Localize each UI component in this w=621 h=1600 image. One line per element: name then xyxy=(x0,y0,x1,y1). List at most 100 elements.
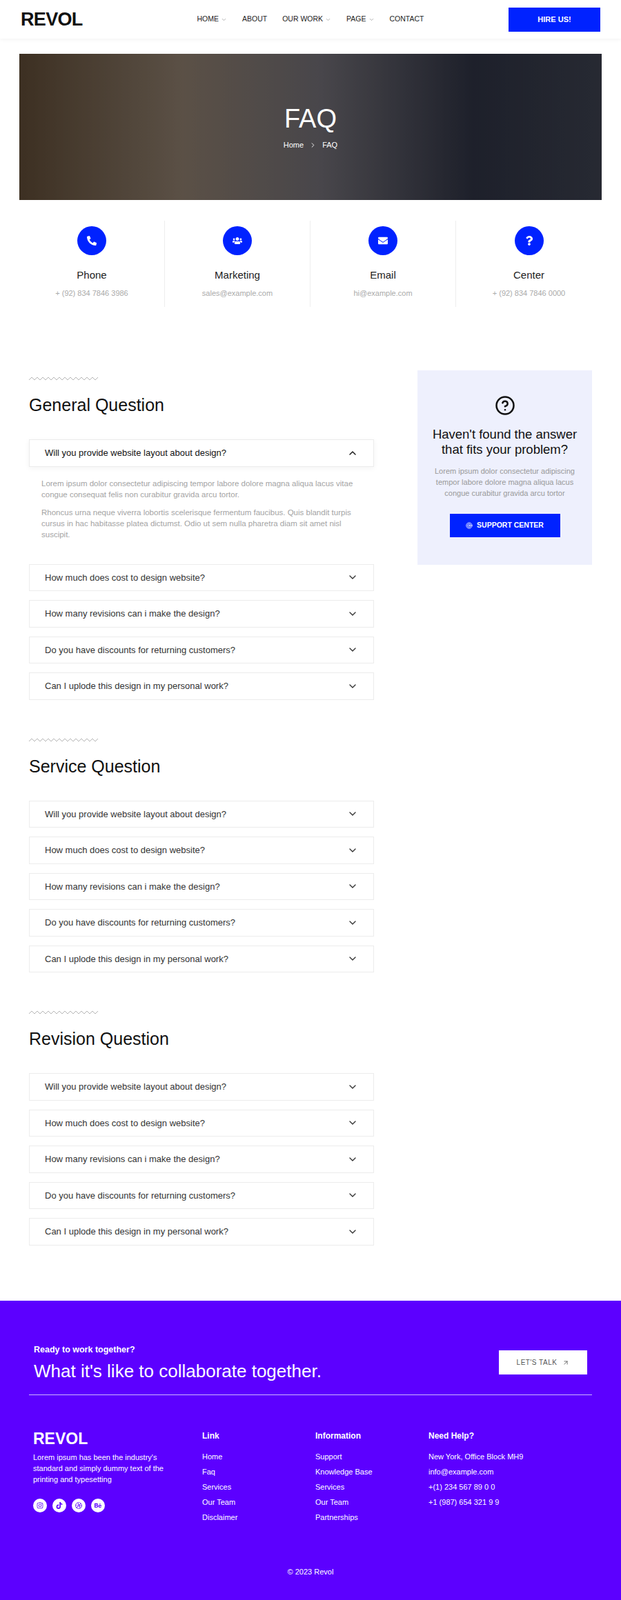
support-button[interactable]: SUPPORT CENTER xyxy=(449,514,561,538)
nav-item[interactable]: OUR WORK xyxy=(282,13,332,25)
faq-question[interactable]: Do you have discounts for returning cust… xyxy=(28,909,374,938)
arrow-icon xyxy=(562,1359,570,1367)
footer-link[interactable]: Support xyxy=(315,1452,429,1463)
faq-item: How much does cost to design website? xyxy=(28,1110,374,1138)
faq-question[interactable]: Do you have discounts for returning cust… xyxy=(28,1182,374,1211)
footer-column: Need Help?New York, Office Block MH9info… xyxy=(428,1430,588,1523)
faq-question-text: How much does cost to design website? xyxy=(44,1117,205,1131)
wavy-line-icon xyxy=(28,376,98,382)
chevron-down-icon xyxy=(347,644,359,656)
nav-item[interactable]: ABOUT xyxy=(242,13,268,25)
navbar: REVOLHOME ABOUT OUR WORK PAGE CONTACT HIRE US… xyxy=(0,0,621,39)
faq-question[interactable]: How many revisions can i make the design… xyxy=(28,600,374,628)
wavy-line-icon xyxy=(28,1010,98,1016)
faq-question[interactable]: How much does cost to design website? xyxy=(28,564,374,593)
footer-link[interactable]: Knowledge Base xyxy=(315,1467,429,1478)
footer-link[interactable]: Services xyxy=(202,1482,316,1493)
contact-title: Marketing xyxy=(214,267,261,284)
footer-link[interactable]: +(1) 234 567 89 0 0 xyxy=(428,1482,588,1493)
footer-column: InformationSupportKnowledge BaseServices… xyxy=(315,1430,429,1523)
footer-link[interactable]: Disclaimer xyxy=(202,1513,316,1523)
support-icon xyxy=(465,522,473,530)
footer-link[interactable]: Faq xyxy=(202,1467,316,1478)
footer-link[interactable]: New York, Office Block MH9 xyxy=(428,1452,588,1463)
faq-question[interactable]: How many revisions can i make the design… xyxy=(28,1146,374,1174)
contact-card: Center+ (92) 834 7846 0000 xyxy=(456,220,602,308)
faq-question-text: Can I uplode this design in my personal … xyxy=(44,679,229,694)
footer-logo[interactable]: REVOL xyxy=(33,1430,203,1449)
hero-banner: FAQ HomeFAQ xyxy=(19,53,602,201)
faq-question-text: Will you provide website layout about de… xyxy=(44,1080,227,1095)
faq-item: Do you have discounts for returning cust… xyxy=(28,636,374,665)
faq-answer-paragraph: Rhoncus urna neque viverra lobortis scel… xyxy=(41,507,362,541)
chevron-down-icon xyxy=(347,845,359,857)
contact-card: Marketingsales@example.com xyxy=(164,220,311,308)
faq-item: How many revisions can i make the design… xyxy=(28,1146,374,1174)
section-heading: Revision Question xyxy=(28,1028,374,1051)
faq-question[interactable]: How many revisions can i make the design… xyxy=(28,873,374,902)
social-link[interactable] xyxy=(33,1499,47,1514)
breadcrumb-item[interactable]: Home xyxy=(283,139,304,152)
contact-icon xyxy=(232,235,243,246)
faq-question-text: How many revisions can i make the design… xyxy=(44,880,221,895)
social-link[interactable] xyxy=(52,1499,67,1514)
faq-question-text: How much does cost to design website? xyxy=(44,571,205,586)
faq-question-text: Will you provide website layout about de… xyxy=(44,807,227,822)
faq-question[interactable]: How much does cost to design website? xyxy=(28,836,374,865)
logo[interactable]: REVOL xyxy=(20,5,198,34)
footer-link[interactable]: Partnerships xyxy=(315,1513,429,1523)
hero-title: FAQ xyxy=(284,103,337,134)
faq-question-text: Will you provide website layout about de… xyxy=(44,446,227,461)
nav-item[interactable]: HOME xyxy=(197,13,228,25)
footer-link[interactable]: Services xyxy=(315,1482,429,1493)
contact-title: Center xyxy=(513,267,545,284)
lets-talk-button[interactable]: LET'S TALK xyxy=(498,1351,588,1376)
footer-link[interactable]: Our Team xyxy=(315,1497,429,1508)
footer-divider xyxy=(28,1395,593,1396)
footer-link[interactable]: info@example.com xyxy=(428,1467,588,1478)
faq-question-text: Do you have discounts for returning cust… xyxy=(44,643,236,658)
breadcrumb: HomeFAQ xyxy=(283,139,338,152)
faq-column: General QuestionWill you provide website… xyxy=(28,370,374,1247)
tiktok-icon xyxy=(55,1502,63,1510)
faq-question[interactable]: Will you provide website layout about de… xyxy=(28,439,374,468)
faq-question-text: How much does cost to design website? xyxy=(44,843,205,858)
social-link[interactable] xyxy=(71,1499,86,1514)
footer-headline: What it's like to collaborate together. xyxy=(33,1360,322,1383)
support-title: Haven't found the answer that fits your … xyxy=(431,427,579,458)
page: REVOLHOMEABOUTOUR WORKPAGECONTACTHIRE US… xyxy=(0,0,621,1600)
nav-item[interactable]: CONTACT xyxy=(389,13,425,25)
faq-question[interactable]: Will you provide website layout about de… xyxy=(28,801,374,829)
faq-question[interactable]: Can I uplode this design in my personal … xyxy=(28,672,374,701)
faq-item: How many revisions can i make the design… xyxy=(28,600,374,628)
dropdown-icon xyxy=(324,16,332,23)
behance-icon xyxy=(94,1502,102,1510)
question-icon xyxy=(494,395,516,417)
footer-column: Link Home Faq Services Our Team Disclaimer xyxy=(202,1430,316,1523)
chevron-down-icon xyxy=(347,917,359,929)
faq-content: General QuestionWill you provide website… xyxy=(0,370,621,1247)
faq-question-text: Can I uplode this design in my personal … xyxy=(44,952,229,967)
faq-list: Will you provide website layout about de… xyxy=(28,801,374,974)
footer-column-title: Link xyxy=(202,1430,316,1443)
contact-card: Phone+ (92) 834 7846 3986 xyxy=(19,220,165,308)
faq-question-text: Do you have discounts for returning cust… xyxy=(44,1189,236,1204)
contact-value: + (92) 834 7846 3986 xyxy=(55,287,129,300)
faq-item: How much does cost to design website? xyxy=(28,564,374,593)
nav-item[interactable]: PAGE xyxy=(346,13,374,25)
faq-question-text: How many revisions can i make the design… xyxy=(44,1152,221,1167)
faq-question[interactable]: How much does cost to design website? xyxy=(28,1110,374,1138)
footer-link[interactable]: +1 (987) 654 321 9 9 xyxy=(428,1497,588,1508)
contact-icon xyxy=(378,235,388,246)
hire-button[interactable]: HIRE US! xyxy=(508,7,601,32)
faq-question[interactable]: Can I uplode this design in my personal … xyxy=(28,1218,374,1247)
faq-question[interactable]: Will you provide website layout about de… xyxy=(28,1073,374,1102)
faq-question-text: Do you have discounts for returning cust… xyxy=(44,916,236,931)
faq-question[interactable]: Can I uplode this design in my personal … xyxy=(28,945,374,974)
footer-link[interactable]: Home xyxy=(202,1452,316,1463)
social-link[interactable] xyxy=(91,1499,105,1514)
faq-section: General QuestionWill you provide website… xyxy=(28,370,374,701)
footer-link[interactable]: Our Team xyxy=(202,1497,316,1508)
chevron-down-icon xyxy=(347,1190,359,1202)
faq-question[interactable]: Do you have discounts for returning cust… xyxy=(28,636,374,665)
